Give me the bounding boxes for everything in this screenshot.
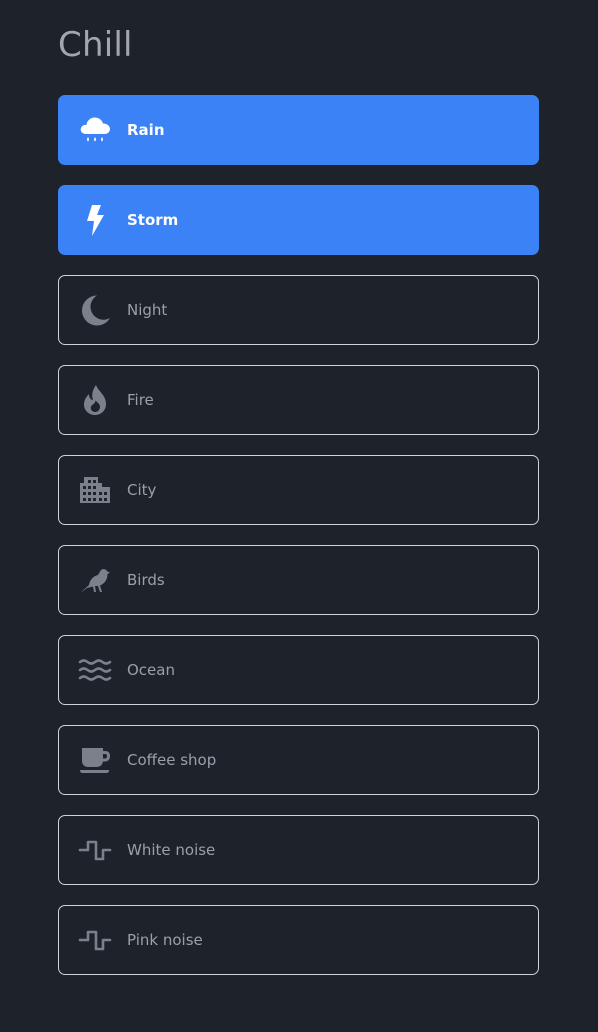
sound-label: City (127, 481, 157, 499)
sound-button-rain[interactable]: Rain (58, 95, 539, 165)
sound-label: White noise (127, 841, 216, 859)
bird-icon (78, 563, 112, 597)
waves-icon (78, 653, 112, 687)
sound-label: Fire (127, 391, 154, 409)
sound-list: Rain Storm Night Fire City Birds Ocean C… (58, 95, 539, 995)
sound-label: Night (127, 301, 168, 319)
sound-label: Ocean (127, 661, 175, 679)
sound-button-coffee-shop[interactable]: Coffee shop (58, 725, 539, 795)
sound-button-white-noise[interactable]: White noise (58, 815, 539, 885)
fire-icon (78, 383, 112, 417)
sound-button-fire[interactable]: Fire (58, 365, 539, 435)
sound-button-ocean[interactable]: Ocean (58, 635, 539, 705)
sound-label: Storm (127, 211, 179, 229)
city-icon (78, 473, 112, 507)
sound-button-city[interactable]: City (58, 455, 539, 525)
sound-label: Coffee shop (127, 751, 217, 769)
sound-label: Rain (127, 121, 165, 139)
square-wave-icon (78, 923, 112, 957)
sound-label: Birds (127, 571, 165, 589)
sound-label: Pink noise (127, 931, 203, 949)
sound-button-pink-noise[interactable]: Pink noise (58, 905, 539, 975)
cloud-rain-icon (78, 113, 112, 147)
square-wave-icon (78, 833, 112, 867)
coffee-cup-icon (78, 743, 112, 777)
page-title: Chill (58, 25, 133, 65)
moon-icon (78, 293, 112, 327)
sound-button-birds[interactable]: Birds (58, 545, 539, 615)
sound-button-night[interactable]: Night (58, 275, 539, 345)
sound-button-storm[interactable]: Storm (58, 185, 539, 255)
lightning-bolt-icon (78, 203, 112, 237)
